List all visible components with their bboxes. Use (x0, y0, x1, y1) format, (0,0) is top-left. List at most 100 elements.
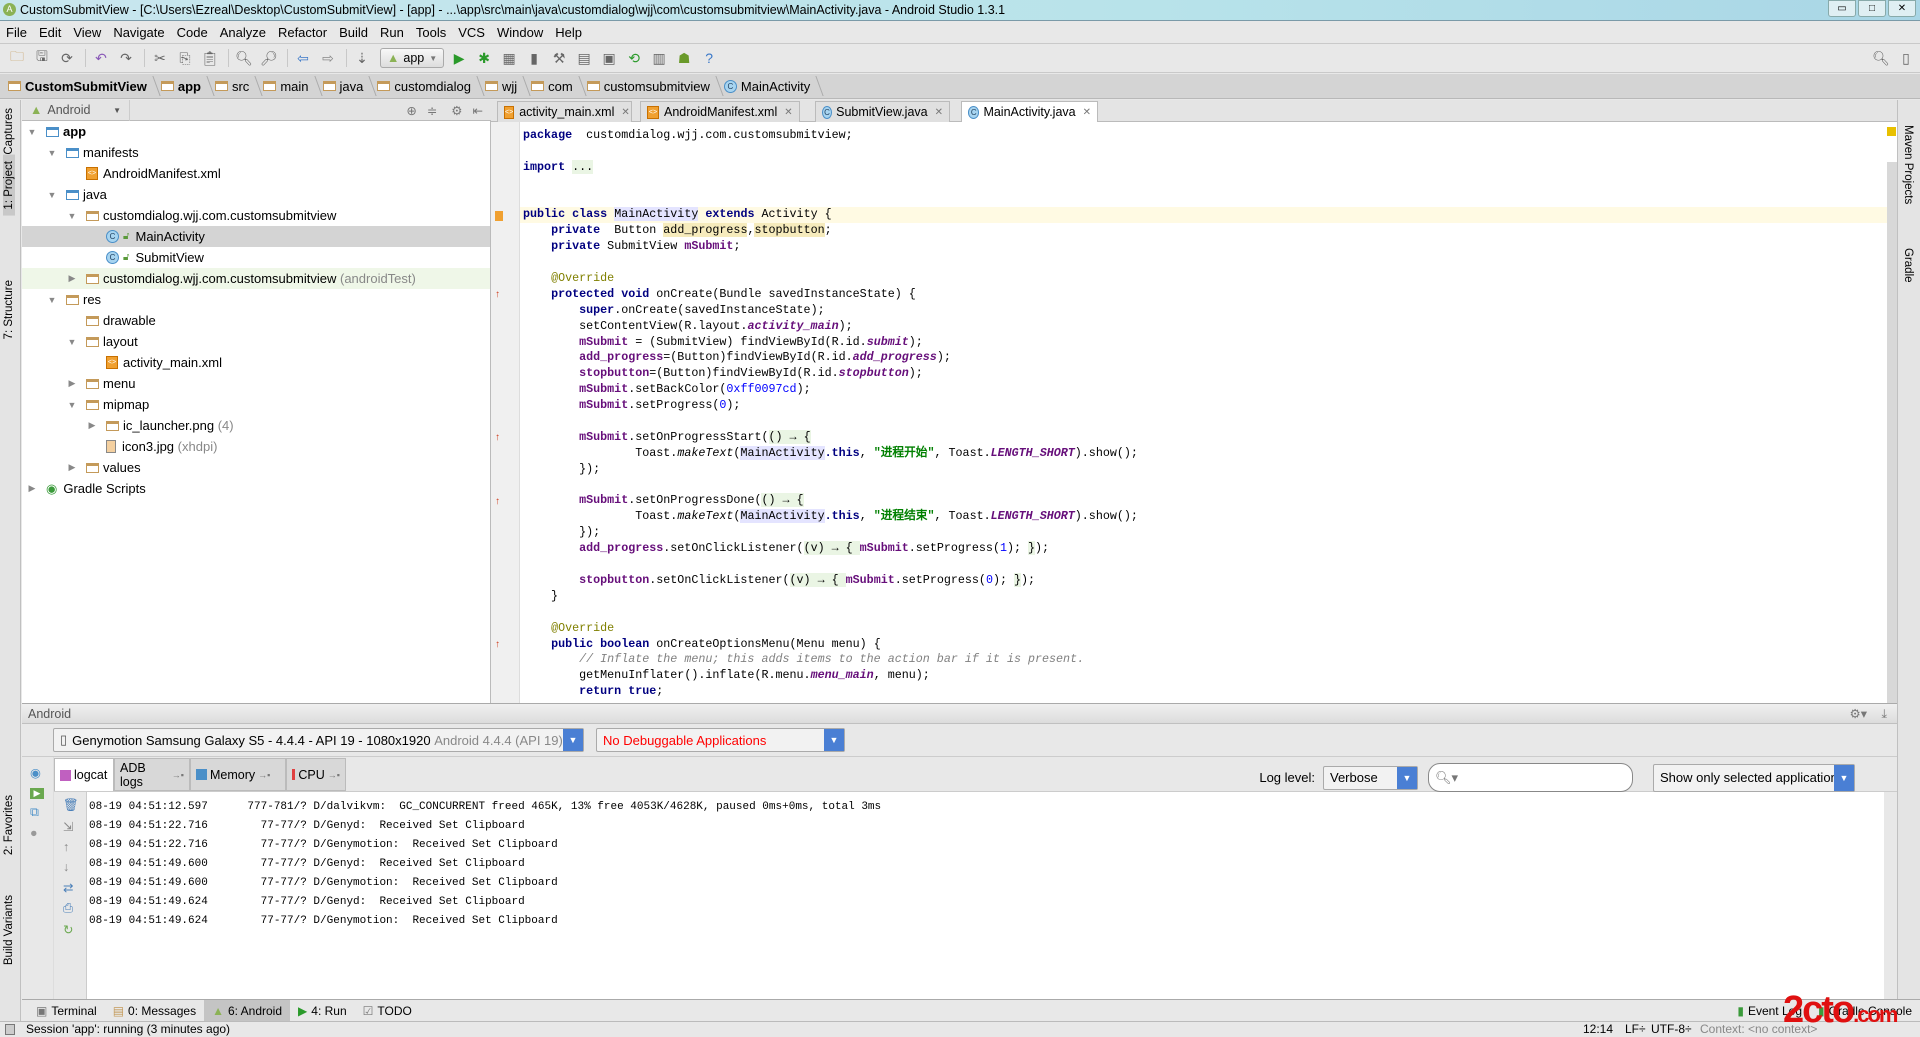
line-separator[interactable]: LF÷ (1625, 1022, 1646, 1037)
expanded-arrow-icon[interactable]: ▼ (46, 148, 58, 158)
breadcrumb-item[interactable]: C MainActivity (723, 79, 820, 94)
back-icon[interactable]: ⇦ (292, 47, 314, 69)
terminate-icon[interactable]: ● (30, 826, 45, 840)
gear-icon[interactable]: ⚙▾ (1850, 704, 1867, 724)
menu-run[interactable]: Run (380, 25, 404, 40)
make-icon[interactable]: ⇣ (351, 47, 373, 69)
breadcrumb-item[interactable]: CustomSubmitView (8, 79, 157, 94)
sdk-manager-icon[interactable]: ▤ (573, 47, 595, 69)
menu-refactor[interactable]: Refactor (278, 25, 327, 40)
menu-tools[interactable]: Tools (416, 25, 446, 40)
open-icon[interactable]: 🗀 (6, 47, 28, 69)
expanded-arrow-icon[interactable]: ▼ (66, 400, 78, 410)
expanded-arrow-icon[interactable]: ▼ (66, 337, 78, 347)
collapsed-arrow-icon[interactable]: ▶ (86, 420, 98, 431)
down-arrow-icon[interactable]: ↓ (63, 860, 77, 874)
tree-item[interactable]: ▼ customdialog.wjj.com.customsubmitview (22, 205, 490, 226)
tool-button-4-run[interactable]: ▶ 4: Run (290, 1000, 355, 1021)
menu-edit[interactable]: Edit (39, 25, 61, 40)
override-marker-icon[interactable]: ↑ (495, 290, 503, 300)
pin-icon[interactable]: →▪ (172, 770, 184, 780)
tree-item[interactable]: ▶ ◉ Gradle Scripts (22, 478, 490, 499)
collapsed-arrow-icon[interactable]: ▶ (26, 483, 38, 494)
cut-icon[interactable]: ✂ (149, 47, 171, 69)
file-encoding[interactable]: UTF-8÷ (1651, 1022, 1692, 1037)
tab-cpu[interactable]: CPU →▪ (286, 758, 346, 791)
tree-item[interactable]: ▼ res (22, 289, 490, 310)
save-icon[interactable]: 🖫 (31, 47, 53, 69)
hide-panel-icon[interactable]: ⇤ (473, 103, 483, 118)
breadcrumb-item[interactable]: app (160, 79, 211, 94)
log-search-input[interactable]: 🔍︎▾ (1428, 763, 1633, 792)
close-button[interactable]: ✕ (1888, 0, 1916, 17)
collapse-all-icon[interactable]: ≑ (427, 103, 437, 118)
tool-button-todo[interactable]: ☑ TODO (355, 1000, 420, 1021)
expanded-arrow-icon[interactable]: ▼ (46, 190, 58, 200)
tab-androidmanifest-xml[interactable]: <> AndroidManifest.xml ✕ (640, 101, 800, 122)
breadcrumb-item[interactable]: main (263, 79, 318, 94)
menu-vcs[interactable]: VCS (458, 25, 485, 40)
soft-wrap-icon[interactable]: ⇄ (63, 880, 77, 895)
tree-item[interactable]: ▶ customdialog.wjj.com.customsubmitview (… (22, 268, 490, 289)
tab-submitview-java[interactable]: C SubmitView.java ✕ (815, 101, 950, 122)
tree-item[interactable]: ▼ mipmap (22, 394, 490, 415)
override-marker-icon[interactable]: ↑ (495, 496, 503, 507)
code-editor[interactable]: ↑ ↑ ↑ ↑ package customdialog.wjj.com.custom… (491, 122, 1897, 703)
minimize-button[interactable]: ▭ (1828, 0, 1856, 17)
menu-code[interactable]: Code (177, 25, 208, 40)
redo-icon[interactable]: ↷ (115, 47, 137, 69)
tree-item[interactable]: ▼ manifests (22, 142, 490, 163)
search-everywhere-icon[interactable]: 🔍︎ (1870, 47, 1892, 69)
gear-icon[interactable]: ⚙ (451, 103, 462, 118)
scroll-to-end-icon[interactable]: ⇲ (63, 819, 77, 834)
tree-item[interactable]: drawable (22, 310, 490, 331)
expanded-arrow-icon[interactable]: ▼ (46, 295, 58, 305)
collapsed-arrow-icon[interactable]: ▶ (66, 273, 78, 284)
maven-projects-tab[interactable]: Maven Projects (1902, 125, 1914, 204)
tool-button-6-android[interactable]: ▲ 6: Android (204, 1000, 291, 1021)
captures-tab[interactable]: Captures (3, 108, 15, 155)
up-arrow-icon[interactable]: ↑ (63, 840, 77, 854)
project-structure-icon[interactable]: ⚒ (548, 47, 570, 69)
breadcrumb-item[interactable]: java (322, 79, 374, 94)
help-icon[interactable]: ? (698, 47, 720, 69)
editor-scrollbar[interactable] (1887, 162, 1897, 703)
debug-icon[interactable]: ✱ (473, 47, 495, 69)
tree-item[interactable]: C 🔓︎ SubmitView (22, 247, 490, 268)
favorites-tab[interactable]: 2: Favorites (3, 795, 15, 855)
structure-tab[interactable]: 7: Structure (3, 280, 15, 339)
tree-item[interactable]: C 🔓︎ MainActivity (22, 226, 490, 247)
menu-navigate[interactable]: Navigate (113, 25, 164, 40)
user-icon[interactable]: ▯ (1895, 47, 1917, 69)
tree-item[interactable]: ▶ values (22, 457, 490, 478)
replace-icon[interactable]: 🔎︎ (258, 47, 280, 69)
screen-capture-icon[interactable]: ◉ (30, 765, 45, 780)
dump-view-hierarchy-icon[interactable]: ⧉ (30, 805, 45, 820)
breadcrumb-item[interactable]: wjj (484, 79, 527, 94)
menu-file[interactable]: File (6, 25, 27, 40)
tab-mainactivity-java[interactable]: C MainActivity.java ✕ (961, 101, 1098, 122)
override-marker-icon[interactable]: ↑ (495, 433, 503, 443)
scroll-from-source-icon[interactable]: ⊕ (406, 103, 416, 118)
device-select[interactable]: ▯ Genymotion Samsung Galaxy S5 - 4.4.4 -… (53, 728, 584, 752)
project-tab[interactable]: 1: Project (3, 155, 15, 216)
tool-button-0-messages[interactable]: ▤ 0: Messages (105, 1000, 204, 1021)
menu-view[interactable]: View (73, 25, 101, 40)
toggle-tool-windows-icon[interactable] (5, 1024, 15, 1035)
log-level-select[interactable]: Verbose ▼ (1323, 765, 1418, 790)
expanded-arrow-icon[interactable]: ▼ (66, 211, 78, 221)
close-tab-icon[interactable]: ✕ (1083, 107, 1091, 118)
forward-icon[interactable]: ⇨ (317, 47, 339, 69)
hide-panel-icon[interactable]: ⤓ (1881, 704, 1887, 724)
code-text[interactable]: package customdialog.wjj.com.customsubmi… (520, 128, 1897, 700)
tree-item[interactable]: icon3.jpg (xhdpi) (22, 436, 490, 457)
gradle-sync-icon[interactable]: ⟲ (623, 47, 645, 69)
tool-button-terminal[interactable]: ▣ Terminal (28, 1000, 105, 1021)
find-icon[interactable]: 🔍︎ (233, 47, 255, 69)
tab-logcat[interactable]: logcat (54, 758, 114, 791)
tree-item[interactable]: <> AndroidManifest.xml (22, 163, 490, 184)
clear-log-icon[interactable]: 🗑︎ (63, 798, 79, 813)
attach-icon[interactable]: ▮ (523, 47, 545, 69)
menu-analyze[interactable]: Analyze (220, 25, 266, 40)
tree-item[interactable]: ▶ ic_launcher.png (4) (22, 415, 490, 436)
